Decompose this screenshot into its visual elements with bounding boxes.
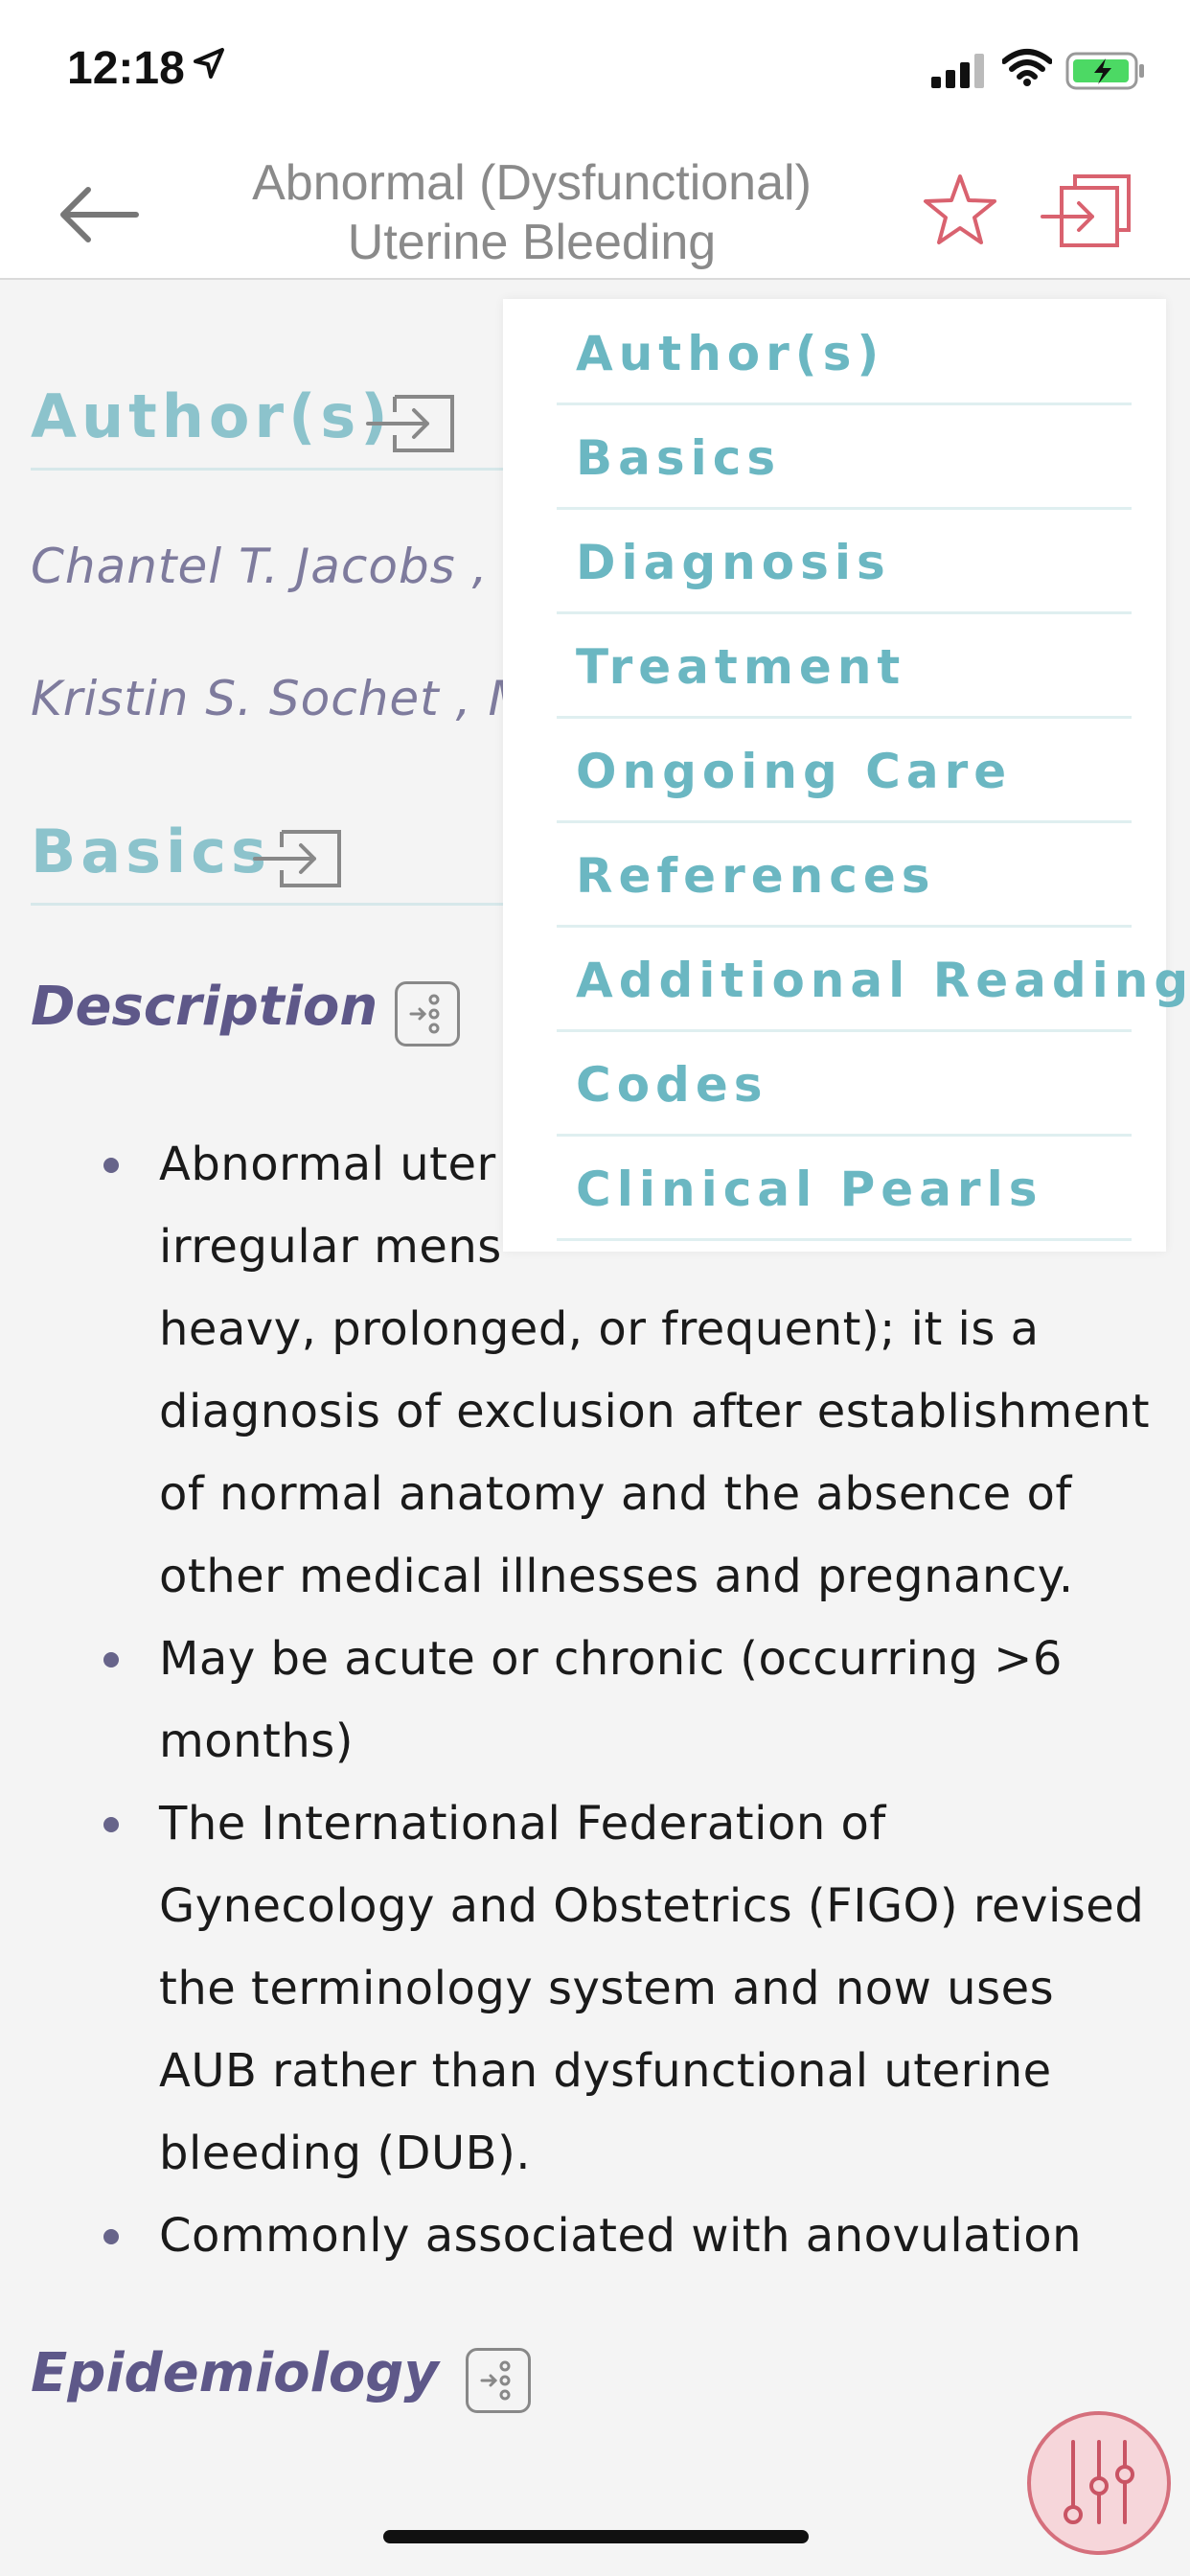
menu-item-references[interactable]: References [557, 821, 1132, 928]
menu-item-clinical-pearls[interactable]: Clinical Pearls [557, 1135, 1132, 1241]
menu-item-codes[interactable]: Codes [557, 1030, 1132, 1137]
menu-item-basics[interactable]: Basics [557, 403, 1132, 510]
section-heading-authors: Author(s) [31, 381, 393, 451]
divider [31, 903, 529, 906]
subheading-description: Description [31, 976, 378, 1038]
list-item: May be acute or chronic (occurring >6 mo… [96, 1618, 1159, 1782]
author-name[interactable]: Kristin S. Sochet , ML [31, 671, 558, 726]
filter-sliders-icon [1064, 2440, 1134, 2524]
home-indicator[interactable] [383, 2530, 809, 2543]
battery-icon [1065, 52, 1144, 90]
page-title-line2: Uterine Bleeding [347, 215, 717, 270]
signal-icon [931, 54, 984, 88]
divider [31, 468, 529, 471]
description-list: Abnormal uter irregular mens heavy, prol… [96, 1123, 1159, 2277]
status-time: 12:18 [67, 43, 185, 94]
jump-to-section-icon[interactable] [253, 828, 343, 889]
location-arrow-icon [194, 48, 224, 79]
expand-icon[interactable] [395, 981, 460, 1046]
page-title-line1: Abnormal (Dysfunctional) [252, 155, 812, 211]
jump-to-icon[interactable] [1041, 172, 1133, 249]
filter-button[interactable] [1027, 2411, 1171, 2555]
expand-icon[interactable] [466, 2348, 531, 2413]
page-title: Abnormal (Dysfunctional) Uterine Bleedin… [230, 153, 834, 272]
wifi-icon [1002, 49, 1052, 86]
menu-item-ongoing-care[interactable]: Ongoing Care [557, 717, 1132, 823]
section-heading-basics: Basics [31, 816, 271, 886]
list-item: Commonly associated with anovulation [96, 2195, 1159, 2277]
menu-item-authors[interactable]: Author(s) [557, 299, 1132, 405]
status-bar: 12:18 [0, 0, 1190, 144]
star-icon[interactable] [922, 172, 998, 247]
back-arrow-icon[interactable] [59, 184, 140, 245]
section-jump-menu: Author(s) Basics Diagnosis Treatment Ong… [503, 299, 1188, 1252]
menu-item-additional-reading[interactable]: Additional Reading [557, 926, 1188, 1032]
jump-to-section-icon[interactable] [366, 393, 456, 454]
menu-item-treatment[interactable]: Treatment [557, 612, 1132, 719]
navigation-bar: Abnormal (Dysfunctional) Uterine Bleedin… [0, 144, 1190, 280]
subheading-epidemiology: Epidemiology [31, 2342, 439, 2404]
menu-item-diagnosis[interactable]: Diagnosis [557, 508, 1132, 614]
author-name[interactable]: Chantel T. Jacobs , M [31, 539, 547, 594]
list-item: The International Federation of Gynecolo… [96, 1782, 1159, 2195]
